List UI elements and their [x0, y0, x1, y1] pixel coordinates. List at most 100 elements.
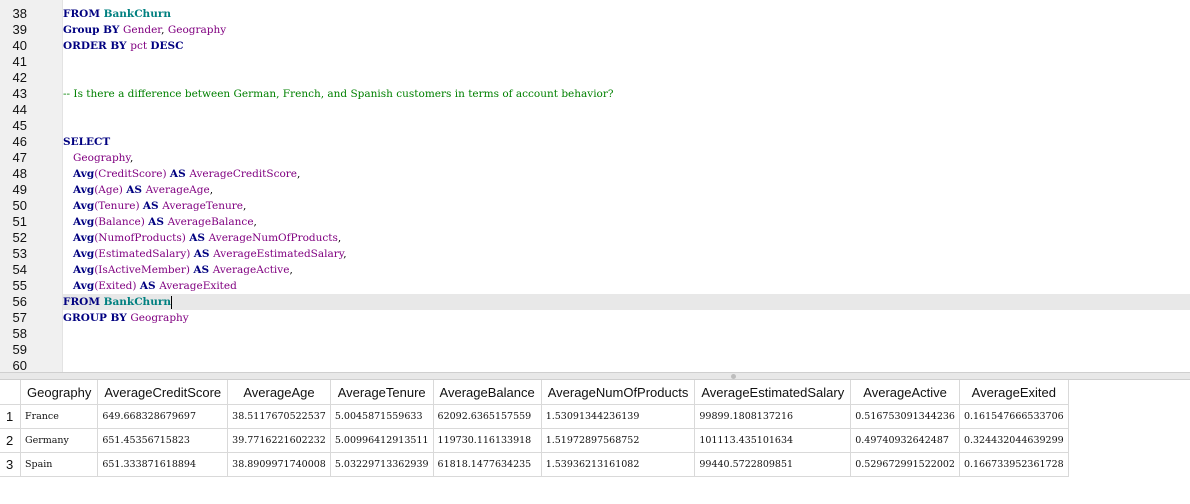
column-header[interactable]: AverageActive	[850, 380, 960, 405]
table-row[interactable]: 3 Spain 651.333871618894 38.8909971740008 5.…	[0, 452, 1069, 477]
row-number: 2	[0, 428, 21, 453]
line-number: 41	[12, 54, 27, 69]
line-number: 51	[12, 214, 27, 229]
table-cell[interactable]: Germany	[19, 428, 99, 453]
code-token: (EstimatedSalary)	[94, 248, 194, 260]
code-token: (Tenure)	[94, 200, 143, 212]
code-token: (CreditScore)	[94, 168, 170, 180]
line-number: 45	[12, 118, 27, 133]
code-token: AverageExited	[159, 280, 237, 292]
column-header[interactable]: AverageTenure	[329, 380, 434, 405]
code-token: Geography	[130, 312, 189, 324]
table-cell[interactable]: 5.0045871559633	[329, 404, 434, 429]
code-token: ,	[343, 248, 347, 260]
line-number: 44	[12, 102, 27, 117]
code-token: AS	[193, 248, 214, 260]
table-cell[interactable]: 0.324432044639299	[958, 428, 1069, 453]
code-token: AverageCreditScore	[189, 168, 298, 180]
column-header[interactable]: AverageExited	[958, 380, 1069, 405]
table-cell[interactable]: 0.529672991522002	[850, 452, 960, 477]
splitter-grip-icon[interactable]	[731, 374, 736, 379]
table-cell[interactable]: 61818.1477634235	[432, 452, 542, 477]
code-token: Geography	[167, 24, 227, 36]
line-number: 49	[12, 182, 27, 197]
line-number: 58	[12, 326, 27, 341]
code-token: AS	[148, 216, 168, 228]
column-header[interactable]: AverageEstimatedSalary	[694, 380, 852, 405]
table-cell[interactable]: 0.516753091344236	[850, 404, 960, 429]
code-line[interactable]: Avg(Balance) AS AverageBalance,	[63, 214, 257, 230]
code-line[interactable]: FROM BankChurn	[63, 294, 172, 310]
table-cell[interactable]: 5.03229713362939	[329, 452, 434, 477]
code-line[interactable]: Avg(Age) AS AverageAge,	[63, 182, 213, 198]
code-line[interactable]: Avg(Tenure) AS AverageTenure,	[63, 198, 246, 214]
column-header[interactable]: AverageNumOfProducts	[540, 380, 696, 405]
code-line[interactable]: Group BY Gender, Geography	[63, 22, 226, 38]
code-token: AverageActive	[212, 264, 290, 276]
code-line[interactable]: Avg(CreditScore) AS AverageCreditScore,	[63, 166, 300, 182]
results-grid[interactable]: Geography AverageCreditScore AverageAge Ave…	[0, 380, 1190, 504]
column-header[interactable]: AverageCreditScore	[97, 380, 229, 405]
code-line[interactable]: Avg(NumofProducts) AS AverageNumOfProduc…	[63, 230, 341, 246]
table-cell[interactable]: Spain	[19, 452, 99, 477]
code-line[interactable]: Geography,	[63, 150, 133, 166]
table-cell[interactable]: 62092.6365157559	[432, 404, 542, 429]
code-token: BankChurn	[103, 8, 171, 20]
line-number: 42	[12, 70, 27, 85]
table-cell[interactable]: 99440.5722809851	[694, 452, 852, 477]
column-header[interactable]: AverageAge	[227, 380, 331, 405]
table-cell[interactable]: 39.7716221602232	[227, 428, 331, 453]
table-cell[interactable]: 651.333871618894	[97, 452, 229, 477]
code-token: AS	[169, 168, 190, 180]
code-line[interactable]: GROUP BY Geography	[63, 310, 189, 326]
table-cell[interactable]: France	[19, 404, 99, 429]
table-cell[interactable]: 99899.1808137216	[694, 404, 852, 429]
column-header[interactable]: AverageBalance	[432, 380, 542, 405]
table-cell[interactable]: 649.668328679697	[97, 404, 229, 429]
pane-splitter[interactable]	[0, 372, 1190, 380]
code-token: AS	[142, 200, 163, 212]
line-number: 55	[12, 278, 27, 293]
line-number: 43	[12, 86, 27, 101]
table-cell[interactable]: 1.53091344236139	[540, 404, 696, 429]
table-cell[interactable]: 101113.435101634	[694, 428, 852, 453]
table-cell[interactable]: 0.166733952361728	[958, 452, 1069, 477]
line-number: 52	[12, 230, 27, 245]
code-token: ,	[161, 24, 168, 36]
table-cell[interactable]: 38.5117670522537	[227, 404, 331, 429]
table-row[interactable]: 2 Germany 651.45356715823 39.7716221602232 5…	[0, 428, 1069, 453]
code-line[interactable]: Avg(Exited) AS AverageExited	[63, 278, 237, 294]
table-cell[interactable]: 1.53936213161082	[540, 452, 696, 477]
code-token: AS	[139, 280, 160, 292]
code-token: (IsActiveMember)	[94, 264, 194, 276]
code-token: (Balance)	[94, 216, 149, 228]
code-token: Avg	[73, 232, 95, 244]
code-token: Avg	[73, 200, 95, 212]
code-line[interactable]: SELECT	[63, 134, 110, 150]
column-header[interactable]: Geography	[19, 380, 99, 405]
line-number-gutter: 38 39 40 41 42 43 44 45 46 47 48 49 50 51 52 53 54 55 56 57…	[0, 0, 63, 373]
code-line[interactable]: -- Is there a difference between German,…	[63, 86, 614, 102]
line-number: 40	[12, 38, 27, 53]
table-cell[interactable]: 119730.116133918	[432, 428, 542, 453]
table-cell[interactable]: 0.49740932642487	[850, 428, 960, 453]
table-cell[interactable]: 5.00996412913511	[329, 428, 434, 453]
code-token: ,	[209, 184, 214, 196]
sql-editor[interactable]: 38 39 40 41 42 43 44 45 46 47 48 49 50 51 52 53 54 55 56 57…	[0, 0, 1190, 373]
code-line[interactable]: Avg(IsActiveMember) AS AverageActive,	[63, 262, 293, 278]
table-cell[interactable]: 0.161547666533706	[958, 404, 1069, 429]
table-cell[interactable]: 38.8909971740008	[227, 452, 331, 477]
table-row[interactable]: 1 France 649.668328679697 38.5117670522537 5…	[0, 404, 1069, 429]
code-token: AverageTenure	[162, 200, 243, 212]
code-line[interactable]: FROM BankChurn	[63, 6, 171, 22]
table-cell[interactable]: 1.51972897568752	[540, 428, 696, 453]
code-token: Avg	[73, 264, 95, 276]
code-line[interactable]: Avg(EstimatedSalary) AS AverageEstimated…	[63, 246, 347, 262]
code-token: ORDER BY	[63, 40, 131, 52]
code-line[interactable]: ORDER BY pct DESC	[63, 38, 183, 54]
table-cell[interactable]: 651.45356715823	[97, 428, 229, 453]
